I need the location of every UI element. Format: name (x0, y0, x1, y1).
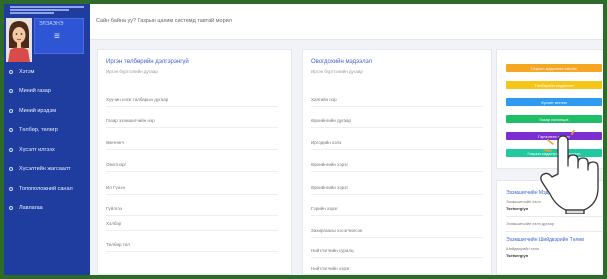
field-label: Захиргааны хэсэгчилсэн (311, 228, 483, 238)
button-label: Хүсэлт илгээх (540, 99, 567, 105)
circle-icon (9, 186, 13, 191)
divider (506, 231, 602, 232)
field-label: Өрхийнгийн дугаар (311, 118, 483, 128)
sidebar-item-label: Хэтэм (19, 68, 35, 75)
divider (506, 216, 602, 217)
field-label: Хаягийн нэр (311, 97, 483, 107)
sidebar-item-label: Хүсэлт илгээх (19, 146, 55, 153)
field-label: Хэлбэр (106, 221, 278, 231)
logo (10, 6, 84, 14)
circle-icon (9, 69, 13, 74)
sidebar-item-send-request[interactable]: Хүсэлт илгээх (4, 140, 90, 160)
greeting-text: Сайн байна уу? Газрын цахим системд тавт… (96, 18, 232, 24)
user-name: ЭЛЭАЭНЭ (39, 21, 64, 27)
sidebar-item-request-list[interactable]: Хүсэлтийн жагсаалт (4, 160, 90, 180)
sidebar-item-label: Миний газар (19, 88, 51, 95)
field-label: Гэрийн хэрэг (311, 206, 483, 216)
circle-icon (9, 128, 13, 133)
send-request-button[interactable]: Хүсэлт илгээх (506, 98, 602, 106)
hamburger-icon[interactable]: ≡ (54, 32, 60, 42)
sidebar-item-label: Миний ирэдэм (19, 107, 57, 114)
card-title: Иргэн төлбөрийн дэлгэрэнгүй (106, 59, 189, 65)
decision-title: Эзэмшигчийн Шийдвэрийн Төлөв (506, 237, 584, 243)
field-label: Хуучин нэгж талбарын дугаар (106, 97, 278, 107)
sidebar-item-label: Хүсэлтийн жагсаалт (19, 166, 71, 173)
field-label: Өмчлөгч (106, 140, 278, 150)
circle-icon (9, 206, 13, 211)
owner-value: Tsetsergiyn (506, 206, 529, 211)
sidebar-item-label: Топоположний санал (19, 185, 73, 192)
payment-info-button[interactable]: Төлбөрийн мэдээлэл (506, 81, 602, 89)
pointer-hand-icon (536, 129, 602, 215)
avatar[interactable] (6, 18, 32, 62)
screen-frame: ЭЛЭАЭНЭ ≡ Хэтэм Миний газар Миний ирэдэм… (4, 4, 603, 275)
payment-details-card: Иргэн төлбөрийн дэлгэрэнгүй Иргэн бүртгэ… (97, 49, 292, 275)
button-label: Газар солилцох (539, 116, 569, 122)
print-land-info-button[interactable]: Газрын мэдээлэл хэвлэх (506, 64, 602, 72)
sidebar-nav: Хэтэм Миний газар Миний ирэдэм Төлбөр, т… (4, 62, 90, 218)
card-title: Овогдохийн мэдээлэл (311, 59, 373, 65)
sidebar: ЭЛЭАЭНЭ ≡ Хэтэм Миний газар Миний ирэдэм… (4, 4, 90, 275)
field-label: Нийтлэгчийн суралц (311, 248, 483, 258)
field-label: Газар эзэмшигчийн нэр (106, 118, 278, 128)
field-label: Гүйлгээ (106, 206, 278, 216)
field-label: Өрхийнгийн хэрэг (311, 185, 483, 195)
field-label: Нийтлэгчийн хэрэг (311, 266, 483, 275)
button-label: Газрын мэдээлэл хэвлэх (531, 65, 577, 71)
sidebar-item-label: Лавлагаа (19, 205, 43, 212)
field-label: Өрхийнгийн хэрэг (311, 162, 483, 172)
location-info-card: Овогдохийн мэдээлэл Иргэн бүртгэлийн дуг… (302, 49, 492, 275)
field-label: Төлбөр төл (106, 242, 278, 252)
circle-icon (9, 89, 13, 94)
sidebar-item-my-requests[interactable]: Миний ирэдэм (4, 101, 90, 121)
field-label: Овог/нэр/ (106, 162, 278, 172)
user-box: ЭЛЭАЭНЭ ≡ (34, 18, 84, 54)
owner-label: Эзэмшигчийн хэлэ дугаар (506, 221, 555, 226)
sidebar-item-label: Төлбөр, төлөгр (19, 127, 58, 134)
circle-icon (9, 108, 13, 113)
decision-value: Tsetsergiyn (506, 253, 529, 258)
field-label: Иргэдийн хэлэ (311, 140, 483, 150)
sidebar-item-my-land[interactable]: Миний газар (4, 82, 90, 102)
sidebar-item-topology[interactable]: Топоположний санал (4, 179, 90, 199)
card-subtitle: Иргэн бүртгэлийн дугаар (311, 69, 363, 74)
circle-icon (9, 167, 13, 172)
sidebar-item-home[interactable]: Хэтэм (4, 62, 90, 82)
header: Сайн байна уу? Газрын цахим системд тавт… (90, 4, 603, 40)
card-subtitle: Иргэн бүртгэлийн дугаар (106, 69, 158, 74)
sidebar-item-payments[interactable]: Төлбөр, төлөгр (4, 121, 90, 141)
button-label: Төлбөрийн мэдээлэл (534, 82, 574, 88)
field-label: Ил Гүнэн (106, 185, 278, 195)
decision-label: Шийдвэрийн хэлэ (506, 246, 539, 251)
sidebar-item-reference[interactable]: Лавлагаа (4, 199, 90, 219)
exchange-land-button[interactable]: Газар солилцох (506, 115, 602, 123)
circle-icon (9, 147, 13, 152)
